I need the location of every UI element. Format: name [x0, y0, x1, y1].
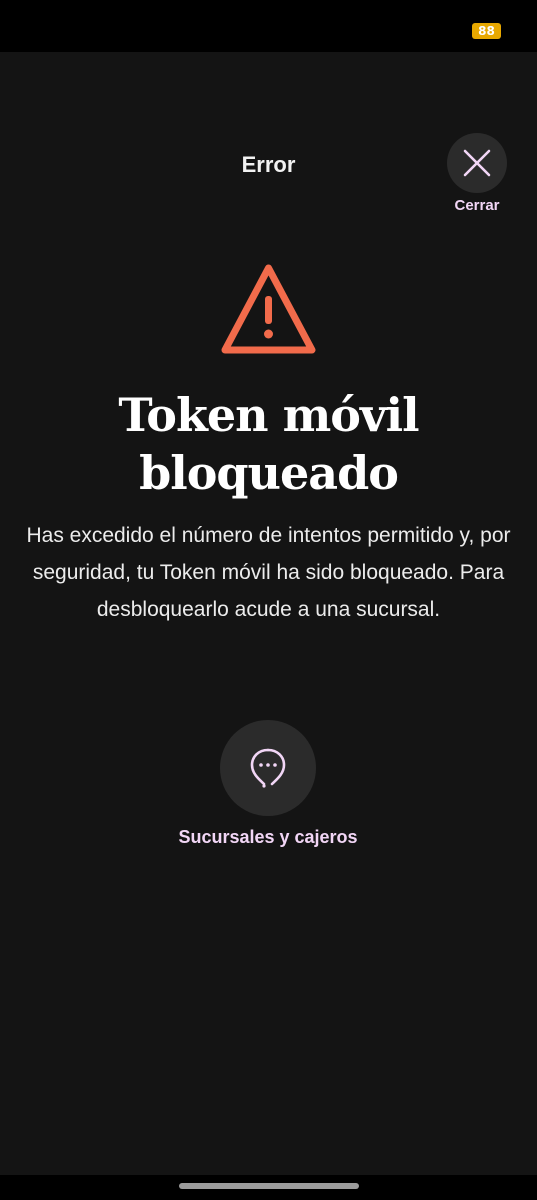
alert-headline: Token móvil bloqueado [0, 386, 537, 502]
close-button[interactable] [447, 133, 507, 193]
home-indicator[interactable] [179, 1183, 359, 1189]
location-pin-icon [250, 748, 286, 788]
battery-indicator: 88 [472, 23, 501, 39]
branches-atms-label[interactable]: Sucursales y cajeros [118, 827, 418, 848]
alert-headline-line1: Token móvil [118, 388, 419, 442]
close-icon [463, 149, 491, 177]
warning-triangle-icon [221, 264, 316, 354]
alert-headline-line2: bloqueado [139, 446, 399, 500]
close-button-label[interactable]: Cerrar [437, 197, 517, 214]
alert-description: Has excedido el número de intentos permi… [26, 524, 511, 621]
branches-atms-button[interactable] [220, 720, 316, 816]
status-bar: 88 [0, 0, 537, 52]
error-screen: 88 Error Cerrar Token móvil bloqueado Ha… [0, 0, 537, 1200]
